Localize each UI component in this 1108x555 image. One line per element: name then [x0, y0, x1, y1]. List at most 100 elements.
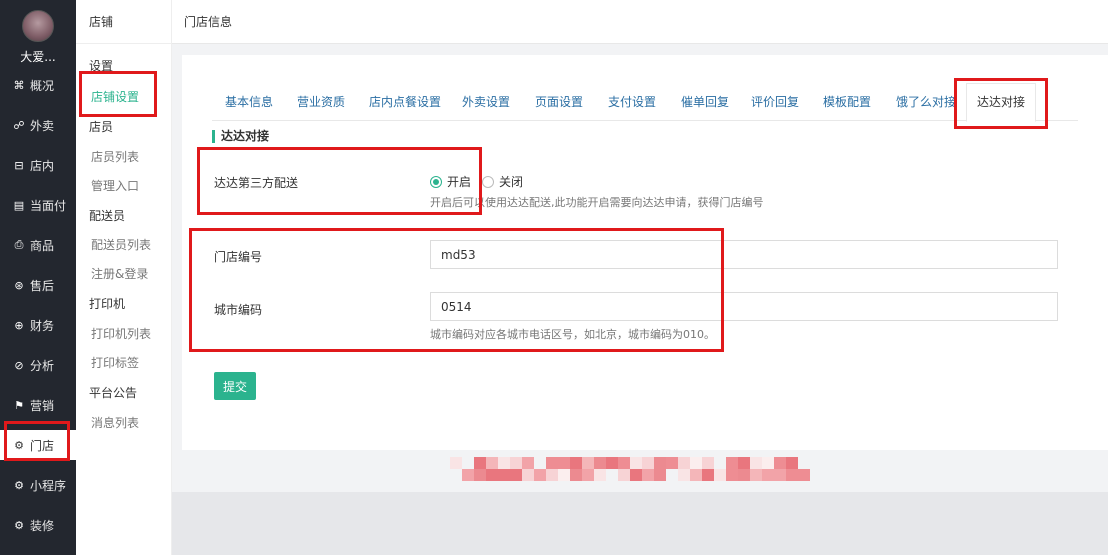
sidebar-group-settings: 设置	[89, 59, 114, 73]
section-title: 达达对接	[212, 130, 269, 143]
tab-dada-integration[interactable]: 达达对接	[966, 83, 1037, 122]
sidebar-item-staff-list[interactable]: 店员列表	[91, 148, 139, 165]
sidebar-item-print-label[interactable]: 打印标签	[91, 354, 139, 371]
city-code-input[interactable]	[430, 292, 1058, 321]
dine-in-icon: ⊟	[14, 158, 24, 172]
redaction-pixel	[462, 457, 474, 469]
redaction-pixel	[594, 469, 606, 481]
redaction-pixel	[450, 457, 462, 469]
redaction-pixel	[582, 457, 594, 469]
nav-item-store[interactable]: ⚙ 门店	[0, 430, 76, 460]
radio-enable[interactable]: 开启	[430, 173, 471, 190]
redaction-pixel	[522, 457, 534, 469]
footer-area	[172, 492, 1108, 555]
overview-icon: ⌘	[13, 78, 25, 92]
nav-item-face-pay[interactable]: ▤ 当面付	[0, 190, 76, 220]
redaction-pixel	[522, 469, 534, 481]
redaction-pixel	[474, 469, 486, 481]
redaction-pixel	[702, 457, 714, 469]
sidebar-title: 店铺	[76, 0, 171, 44]
redacted-area	[450, 457, 820, 491]
redaction-pixel	[534, 469, 546, 481]
decoration-icon: ⚙	[14, 518, 24, 532]
nav-item-takeout[interactable]: ☍ 外卖	[0, 110, 76, 140]
sidebar-item-message-list[interactable]: 消息列表	[91, 414, 139, 431]
redaction-pixel	[642, 469, 654, 481]
city-code-label: 城市编码	[214, 303, 263, 317]
redaction-pixel	[714, 469, 726, 481]
third-party-hint: 开启后可以使用达达配送,此功能开启需要向达达申请，获得门店编号	[430, 196, 764, 209]
tab-reminder-reply[interactable]: 催单回复	[681, 83, 729, 121]
main-nav: 大爱... ⌘ 概况 ☍ 外卖 ⊟ 店内 ▤ 当面付 ⎙ 商品 ⊛ 售后 ⊕ 财务 ⊘ 分析 ⚑…	[0, 0, 76, 555]
sidebar-group-staff: 店员	[89, 120, 114, 134]
redaction-pixel	[786, 457, 798, 469]
sidebar-item-manage-entry[interactable]: 管理入口	[91, 177, 139, 194]
redaction-pixel	[798, 469, 810, 481]
redaction-pixel	[606, 469, 618, 481]
redaction-pixel	[798, 457, 810, 469]
page-title: 门店信息	[172, 0, 1108, 44]
tab-eleme-integration[interactable]: 饿了么对接	[896, 83, 956, 121]
mini-program-icon: ⚙	[14, 478, 24, 492]
app-window: 大爱... ⌘ 概况 ☍ 外卖 ⊟ 店内 ▤ 当面付 ⎙ 商品 ⊛ 售后 ⊕ 财务 ⊘ 分析 ⚑…	[0, 0, 1108, 555]
submit-button[interactable]: 提交	[214, 372, 256, 400]
redaction-pixel	[498, 457, 510, 469]
redaction-pixel	[630, 457, 642, 469]
sidebar-group-printer: 打印机	[89, 297, 126, 311]
redaction-pixel	[738, 457, 750, 469]
tab-review-reply[interactable]: 评价回复	[751, 83, 799, 121]
redaction-pixel	[678, 457, 690, 469]
redaction-pixel	[762, 469, 774, 481]
redaction-pixel	[558, 469, 570, 481]
main-card: 基本信息 营业资质 店内点餐设置 外卖设置 页面设置 支付设置 催单回复 评价回…	[182, 55, 1108, 450]
avatar[interactable]	[22, 10, 54, 42]
redaction-pixel	[570, 469, 582, 481]
redaction-pixel	[726, 469, 738, 481]
redaction-pixel	[462, 469, 474, 481]
redaction-pixel	[678, 469, 690, 481]
sidebar-item-register-login[interactable]: 注册&登录	[91, 265, 148, 282]
nav-item-finance[interactable]: ⊕ 财务	[0, 310, 76, 340]
store-number-input[interactable]	[430, 240, 1058, 269]
tab-basic-info[interactable]: 基本信息	[225, 83, 273, 121]
redaction-pixel	[594, 457, 606, 469]
redaction-pixel	[750, 457, 762, 469]
nav-item-dine-in[interactable]: ⊟ 店内	[0, 150, 76, 180]
redaction-pixel	[546, 469, 558, 481]
nav-item-marketing[interactable]: ⚑ 营销	[0, 390, 76, 420]
tab-template-config[interactable]: 模板配置	[823, 83, 871, 121]
redaction-pixel	[618, 469, 630, 481]
redaction-pixel	[462, 481, 474, 493]
nav-item-overview[interactable]: ⌘ 概况	[0, 70, 76, 100]
redaction-pixel	[714, 457, 726, 469]
nav-item-analysis[interactable]: ⊘ 分析	[0, 350, 76, 380]
nav-item-after-sale[interactable]: ⊛ 售后	[0, 270, 76, 300]
redaction-pixel	[654, 457, 666, 469]
city-code-hint: 城市编码对应各城市电话区号，如北京，城市编码为010。	[430, 328, 715, 341]
finance-icon: ⊕	[14, 318, 24, 332]
tab-business-license[interactable]: 营业资质	[297, 83, 345, 121]
redaction-pixel	[618, 457, 630, 469]
tab-dine-in-settings[interactable]: 店内点餐设置	[369, 83, 441, 121]
redaction-pixel	[666, 457, 678, 469]
redaction-pixel	[690, 457, 702, 469]
nav-item-decoration[interactable]: ⚙ 装修	[0, 510, 76, 540]
tab-payment-settings[interactable]: 支付设置	[608, 83, 656, 121]
sidebar-item-printer-list[interactable]: 打印机列表	[91, 325, 151, 342]
redaction-pixel	[474, 457, 486, 469]
third-party-delivery-label: 达达第三方配送	[214, 176, 299, 190]
redaction-pixel	[702, 469, 714, 481]
radio-unchecked-icon	[482, 175, 494, 188]
nav-item-goods[interactable]: ⎙ 商品	[0, 230, 76, 260]
redaction-pixel	[486, 457, 498, 469]
tab-page-settings[interactable]: 页面设置	[535, 83, 583, 121]
redaction-pixel	[510, 457, 522, 469]
sidebar-item-courier-list[interactable]: 配送员列表	[91, 236, 151, 253]
nav-item-mini-program[interactable]: ⚙ 小程序	[0, 470, 76, 500]
redaction-pixel	[762, 457, 774, 469]
tab-takeout-settings[interactable]: 外卖设置	[462, 83, 510, 121]
redaction-pixel	[546, 457, 558, 469]
radio-disable[interactable]: 关闭	[482, 173, 523, 190]
sidebar-item-store-settings[interactable]: 店铺设置	[91, 88, 139, 105]
sidebar-group-courier: 配送员	[89, 209, 126, 223]
